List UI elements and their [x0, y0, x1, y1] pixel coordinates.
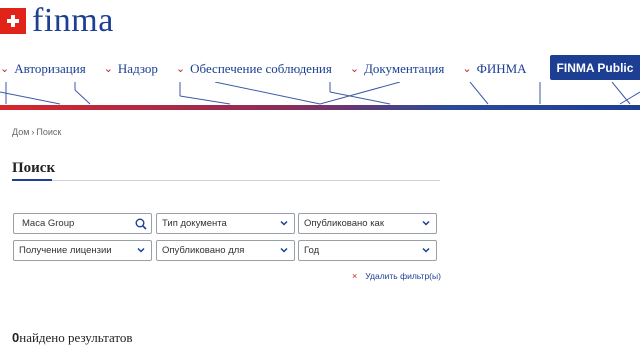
- select-value: Год: [304, 245, 320, 256]
- search-input[interactable]: [13, 213, 152, 234]
- chevron-down-icon: [136, 245, 146, 258]
- chevron-down-icon: [279, 245, 289, 258]
- document-type-select[interactable]: Тип документа: [156, 213, 295, 234]
- chevron-down-icon: [279, 218, 289, 231]
- breadcrumb: Дом › Поиск: [12, 127, 61, 137]
- select-value: Опубликовано для: [162, 245, 245, 256]
- nav-item-label: ФИНМА: [476, 61, 527, 76]
- published-for-select[interactable]: Опубликовано для: [156, 240, 295, 261]
- nav-item-enforcement[interactable]: ⌄ Обеспечение соблюдения: [176, 61, 332, 77]
- results-summary: 0найдено результатов: [12, 330, 133, 346]
- nav-item-documentation[interactable]: ⌄ Документация: [350, 61, 445, 77]
- nav-item-finma[interactable]: ⌄ ФИНМА: [462, 61, 526, 77]
- title-divider: [12, 180, 440, 181]
- licensing-select[interactable]: Получение лицензии: [13, 240, 152, 261]
- main-nav: ⌄ Авторизация ⌄ Надзор ⌄ Обеспечение соб…: [0, 60, 545, 78]
- header-decorative-band: [0, 82, 640, 110]
- chevron-down-icon: [421, 218, 431, 231]
- finma-logo[interactable]: finma: [0, 4, 114, 38]
- nav-item-label: Авторизация: [14, 61, 86, 76]
- chevron-down-icon: ⌄: [175, 62, 186, 75]
- select-value: Получение лицензии: [19, 245, 112, 256]
- finma-public-button[interactable]: FINMA Public: [550, 55, 640, 80]
- clear-filters-link[interactable]: × Удалить фильтр(ы): [352, 271, 441, 281]
- nav-item-authorization[interactable]: ⌄ Авторизация: [0, 61, 86, 77]
- select-value: Тип документа: [162, 218, 227, 229]
- chevron-down-icon: ⌄: [103, 62, 113, 75]
- year-select[interactable]: Год: [298, 240, 437, 261]
- chevron-down-icon: ⌄: [462, 62, 472, 75]
- published-as-select[interactable]: Опубликовано как: [298, 213, 437, 234]
- search-icon[interactable]: [135, 217, 147, 235]
- chevron-down-icon: ⌄: [0, 62, 10, 75]
- clear-filters-label: Удалить фильтр(ы): [365, 271, 441, 281]
- close-icon: ×: [352, 271, 358, 281]
- nav-item-label: Надзор: [117, 61, 158, 76]
- swiss-cross-icon: [0, 8, 26, 34]
- title-accent-underline: [12, 179, 52, 181]
- chevron-down-icon: ⌄: [349, 62, 360, 75]
- breadcrumb-current: Поиск: [36, 127, 62, 137]
- nav-item-label: Обеспечение соблюдения: [190, 61, 332, 76]
- nav-item-label: Документация: [364, 61, 445, 76]
- breadcrumb-home[interactable]: Дом: [12, 127, 29, 137]
- chevron-down-icon: [421, 245, 431, 258]
- results-label: найдено результатов: [19, 330, 133, 345]
- breadcrumb-separator: ›: [31, 127, 35, 137]
- page-title: Поиск: [12, 160, 56, 176]
- logo-text: finma: [32, 2, 114, 39]
- select-value: Опубликовано как: [304, 218, 384, 229]
- nav-item-supervision[interactable]: ⌄ Надзор: [104, 61, 158, 77]
